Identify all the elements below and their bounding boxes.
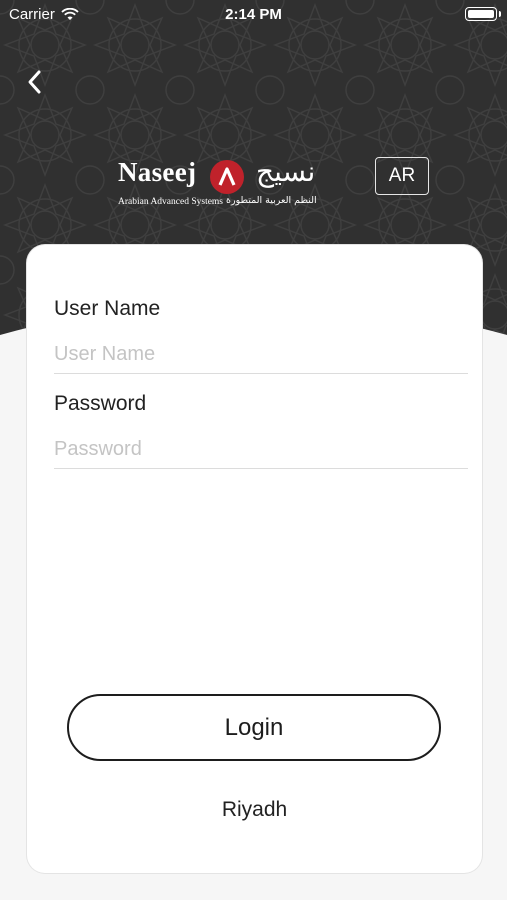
chevron-left-icon bbox=[28, 70, 41, 94]
login-card: User Name Password Login Riyadh bbox=[27, 245, 482, 873]
back-button[interactable] bbox=[22, 64, 52, 100]
status-time: 2:14 PM bbox=[225, 6, 282, 23]
logo-lambda-icon bbox=[218, 167, 236, 186]
login-button[interactable]: Login bbox=[67, 694, 441, 761]
logo-brand-ar: نسيج bbox=[256, 155, 316, 188]
logo-tagline-ar: النظم العربية المتطورة bbox=[226, 195, 317, 206]
location-link[interactable]: Riyadh bbox=[27, 798, 482, 822]
password-input[interactable] bbox=[54, 430, 468, 469]
username-input[interactable] bbox=[54, 335, 468, 374]
logo-tagline-en: Arabian Advanced Systems bbox=[118, 197, 224, 207]
logo-mark-icon bbox=[210, 160, 244, 194]
logo-brand-en: Naseej bbox=[118, 157, 197, 187]
language-toggle-button[interactable]: AR bbox=[375, 157, 429, 195]
battery-level bbox=[468, 10, 494, 18]
battery-icon bbox=[465, 7, 501, 21]
username-label: User Name bbox=[54, 297, 161, 320]
password-label: Password bbox=[54, 392, 147, 415]
naseej-logo: Naseej نسيج Arabian Advanced Systems الن… bbox=[114, 155, 344, 215]
status-bar: Carrier 2:14 PM bbox=[0, 0, 507, 30]
